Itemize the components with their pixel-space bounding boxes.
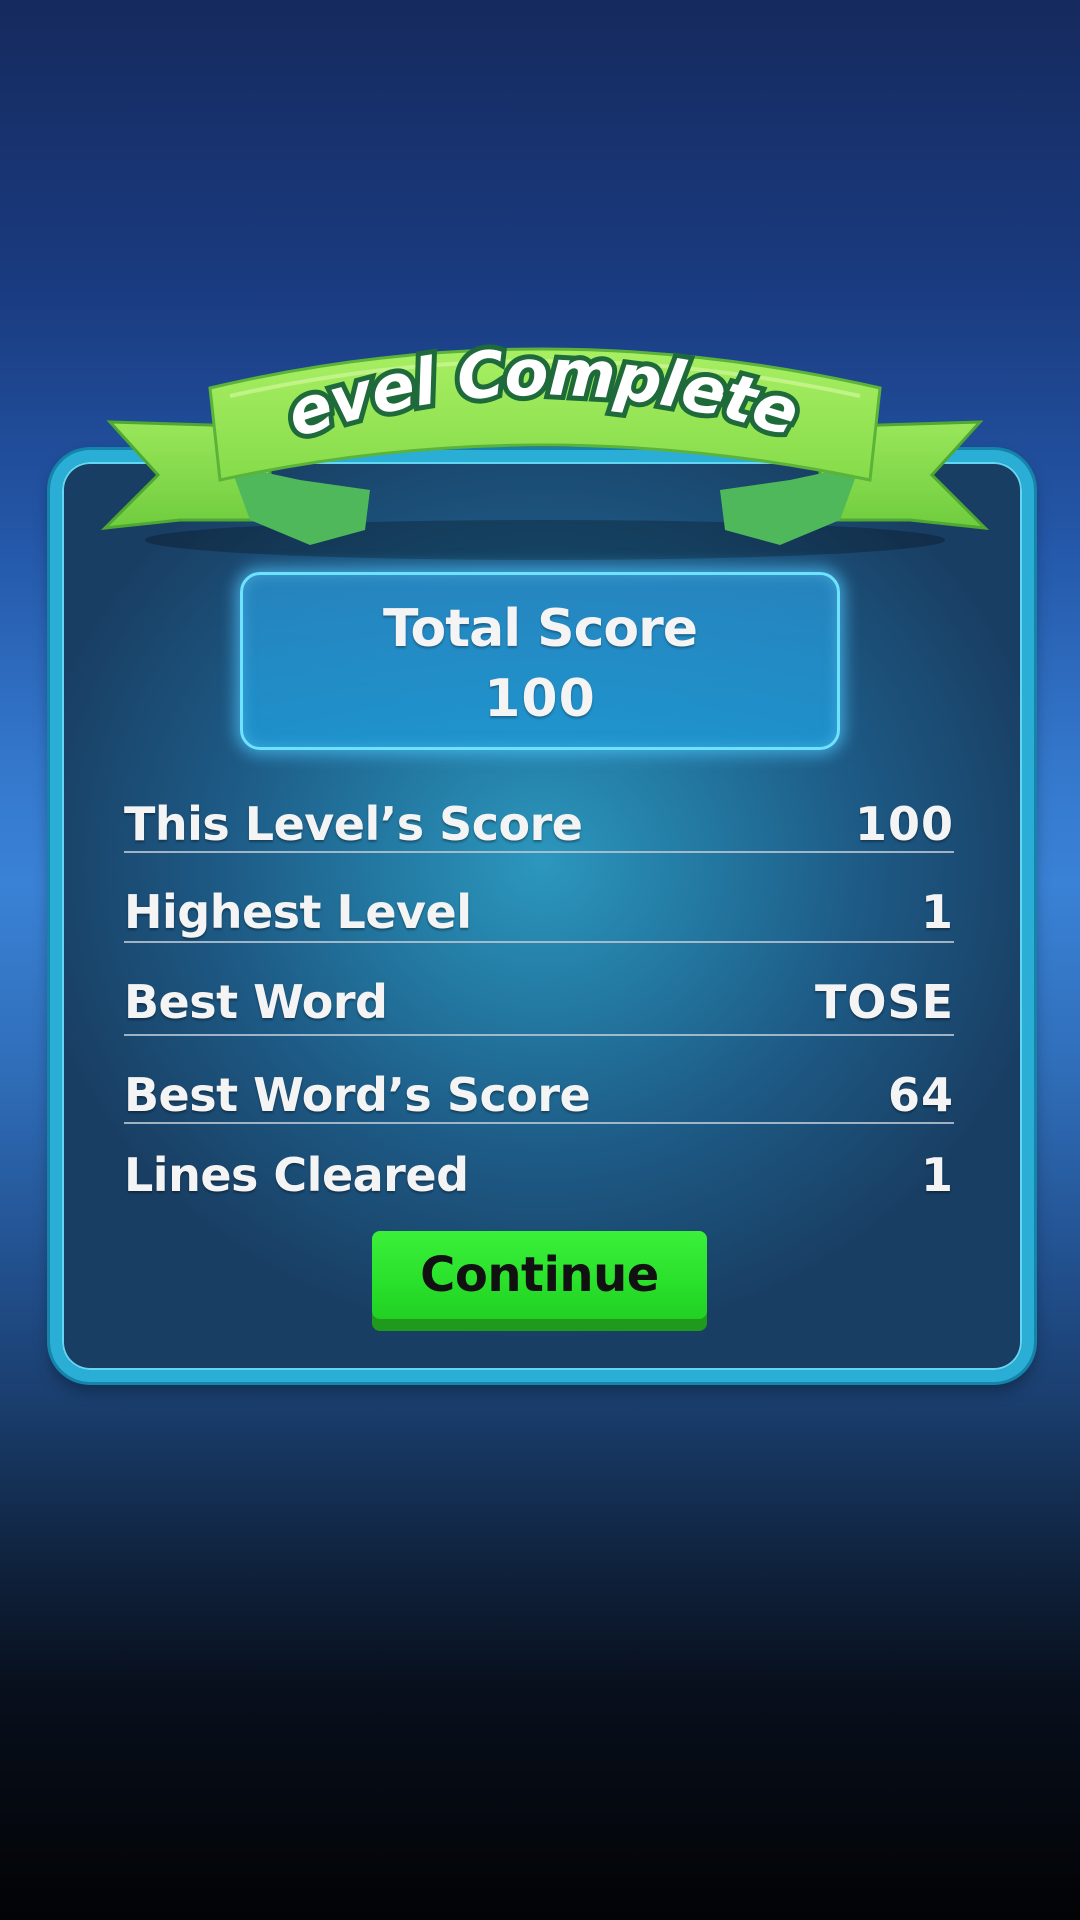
total-score-label: Total Score — [382, 599, 698, 659]
stat-label: Best Word — [124, 975, 388, 1029]
stat-label: This Level’s Score — [124, 797, 583, 851]
stat-value: 1 — [920, 1148, 954, 1202]
continue-button-label[interactable]: Continue — [372, 1231, 707, 1319]
stat-label: Best Word’s Score — [124, 1068, 591, 1122]
stat-row-best-word: Best Word TOSE — [124, 975, 954, 1035]
total-score-value: 100 — [484, 669, 596, 729]
stat-value: TOSE — [814, 975, 954, 1029]
stat-row-best-word-score: Best Word’s Score 64 — [124, 1068, 954, 1128]
divider — [124, 851, 954, 853]
divider — [124, 1122, 954, 1124]
level-completed-banner: Level Completed — [100, 330, 990, 570]
stat-row-this-level-score: This Level’s Score 100 — [124, 797, 954, 857]
stat-label: Lines Cleared — [124, 1148, 469, 1202]
divider — [124, 1034, 954, 1036]
divider — [124, 941, 954, 943]
continue-button[interactable]: Continue — [372, 1231, 707, 1331]
stat-row-lines-cleared: Lines Cleared 1 — [124, 1148, 954, 1208]
stat-value: 100 — [854, 797, 954, 851]
stat-value: 1 — [920, 885, 954, 939]
stat-label: Highest Level — [124, 885, 472, 939]
total-score-box: Total Score 100 — [240, 572, 840, 750]
stat-row-highest-level: Highest Level 1 — [124, 885, 954, 945]
stat-value: 64 — [887, 1068, 954, 1122]
